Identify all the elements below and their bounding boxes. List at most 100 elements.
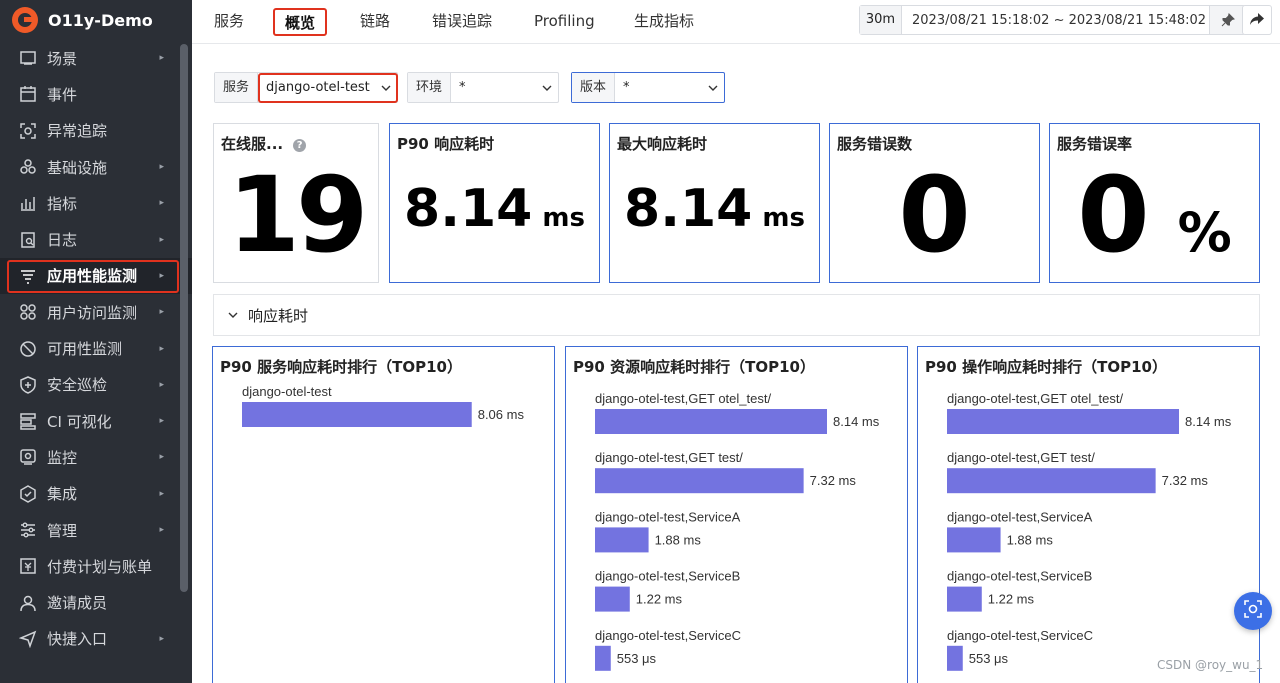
operation-latency-rank-chart: django-otel-test,GET otel_test/8.14 ms dj… [947, 391, 1232, 671]
sidebar-item-security[interactable]: 安全巡检 ▸ [0, 367, 192, 403]
bar[interactable] [595, 409, 827, 434]
version-filter-value[interactable]: * [615, 80, 702, 95]
help-icon[interactable]: ? [293, 139, 307, 152]
bar[interactable] [242, 402, 472, 427]
sidebar-item-label: 可用性监测 [47, 340, 123, 359]
max-latency-value: 8.14 [624, 179, 753, 239]
bar-category-label: django-otel-test,ServiceC [947, 628, 1093, 643]
sidebar-item-apm[interactable]: 应用性能监测 ▸ [0, 257, 192, 295]
security-icon [19, 375, 37, 394]
sidebar-item-label: 异常追踪 [47, 122, 108, 141]
chevron-down-icon [702, 85, 724, 91]
sidebar-item-label: 集成 [47, 485, 78, 504]
sidebar-item-settings[interactable]: 管理 ▸ [0, 512, 192, 548]
sidebar-item-integration[interactable]: 集成 ▸ [0, 476, 192, 512]
bar-category-label: django-otel-test,ServiceA [595, 509, 741, 524]
max-latency-unit: ms [762, 203, 805, 233]
bar-category-label: django-otel-test,ServiceA [947, 509, 1093, 524]
rum-icon [19, 303, 37, 321]
monitor-icon [19, 448, 37, 466]
tab-profiling[interactable]: Profiling [534, 8, 595, 36]
app-logo[interactable]: O11y-Demo [0, 0, 192, 40]
bar[interactable] [595, 527, 649, 553]
sidebar-item-label: 事件 [47, 85, 78, 104]
bar-value-label: 8.14 ms [1185, 414, 1232, 429]
chevron-right-icon: ▸ [159, 525, 164, 535]
tab-overview[interactable]: 概览 [273, 8, 328, 36]
env-filter[interactable]: 环境 * [407, 72, 559, 103]
logo-icon [12, 7, 38, 33]
time-quick-select[interactable]: 30m [860, 6, 902, 34]
env-filter-value[interactable]: * [451, 80, 536, 95]
invite-user-icon [19, 594, 37, 612]
bar[interactable] [947, 586, 982, 612]
scan-icon [1244, 600, 1262, 622]
bar[interactable] [947, 468, 1156, 494]
bar-category-label: django-otel-test,GET otel_test/ [595, 391, 771, 406]
chart-title: P90 服务响应耗时排行（TOP10） [220, 358, 462, 376]
chevron-down-icon[interactable] [228, 310, 238, 321]
bar[interactable] [947, 409, 1179, 434]
service-filter[interactable]: 服务 django-otel-test [214, 72, 398, 103]
infrastructure-icon [19, 158, 37, 176]
sidebar-item-scene[interactable]: 场景 ▸ [0, 40, 192, 76]
screenshot-button[interactable] [1234, 592, 1272, 630]
tab-services[interactable]: 服务 [214, 8, 244, 36]
online-services-card: 在线服...? 19 [213, 123, 379, 283]
chevron-right-icon: ▸ [159, 198, 164, 209]
env-filter-label: 环境 [408, 73, 452, 102]
settings-icon [19, 521, 37, 539]
error-rate-card: 服务错误率 0% [1049, 123, 1260, 283]
time-range-picker[interactable]: 30m 2023/08/21 15:18:02 ~ 2023/08/21 15:… [859, 5, 1246, 35]
tab-traces[interactable]: 链路 [360, 8, 390, 36]
resource-latency-rank-panel: django-otel-test,GET otel_test/8.14 ms dj… [565, 346, 908, 683]
tab-generate-metrics[interactable]: 生成指标 [634, 8, 694, 36]
sidebar-item-availability[interactable]: 可用性监测 ▸ [0, 330, 192, 366]
sidebar-item-label: 日志 [47, 231, 78, 250]
bar[interactable] [595, 645, 611, 671]
bar-value-label: 1.88 ms [655, 532, 702, 547]
version-filter-label: 版本 [572, 73, 616, 102]
service-errors-card: 服务错误数 0 [829, 123, 1040, 283]
version-filter[interactable]: 版本 * [571, 72, 725, 103]
bar[interactable] [595, 586, 630, 612]
p90-latency-title: P90 响应耗时 [397, 135, 495, 153]
share-button[interactable] [1242, 5, 1272, 35]
sidebar-item-billing[interactable]: 付费计划与账单 [0, 548, 192, 584]
bar-category-label: django-otel-test,ServiceC [595, 628, 741, 643]
bar[interactable] [595, 468, 804, 494]
metrics-icon [19, 194, 37, 212]
sidebar-item-issue-tracking[interactable]: 异常追踪 [0, 113, 192, 149]
service-latency-rank-panel: django-otel-test 8.06 ms P90 服务响应耗时排行（TOP… [212, 346, 555, 683]
p90-latency-card: P90 响应耗时 8.14 ms [389, 123, 600, 283]
sidebar-item-label: 应用性能监测 [47, 267, 138, 286]
time-range-text[interactable]: 2023/08/21 15:18:02 ~ 2023/08/21 15:48:0… [902, 13, 1209, 28]
tab-error-tracking[interactable]: 错误追踪 [432, 8, 492, 36]
share-icon [1249, 11, 1265, 30]
sidebar-item-rum[interactable]: 用户访问监测 ▸ [0, 294, 192, 330]
sidebar-item-metrics[interactable]: 指标 ▸ [0, 185, 192, 221]
sidebar-item-calendar[interactable]: 事件 [0, 76, 192, 112]
sidebar-item-invite-user[interactable]: 邀请成员 [0, 584, 192, 620]
latency-section-header[interactable]: 响应耗时 [213, 294, 1260, 336]
error-rate-title: 服务错误率 [1057, 135, 1133, 153]
sidebar-item-monitor[interactable]: 监控 ▸ [0, 439, 192, 475]
service-filter-value[interactable]: django-otel-test [258, 80, 375, 95]
bar[interactable] [947, 527, 1001, 553]
bar-category-label: django-otel-test,ServiceB [595, 569, 740, 584]
section-title: 响应耗时 [248, 306, 309, 325]
ci-icon [19, 412, 37, 430]
sidebar-item-infrastructure[interactable]: 基础设施 ▸ [0, 149, 192, 185]
service-latency-rank-chart: django-otel-test 8.06 ms [242, 384, 524, 427]
max-latency-title: 最大响应耗时 [617, 135, 708, 153]
bar[interactable] [947, 645, 963, 671]
pin-icon[interactable] [1209, 6, 1245, 34]
sidebar-item-label: 付费计划与账单 [47, 557, 153, 576]
log-icon [19, 231, 37, 249]
sidebar-item-log[interactable]: 日志 ▸ [0, 221, 192, 257]
sidebar-item-shortcut[interactable]: 快捷入口 ▸ [0, 621, 192, 657]
scene-icon [19, 49, 37, 67]
chevron-right-icon: ▸ [159, 162, 164, 173]
sidebar-item-ci[interactable]: CI 可视化 ▸ [0, 403, 192, 439]
sidebar-scrollbar[interactable] [180, 44, 188, 592]
